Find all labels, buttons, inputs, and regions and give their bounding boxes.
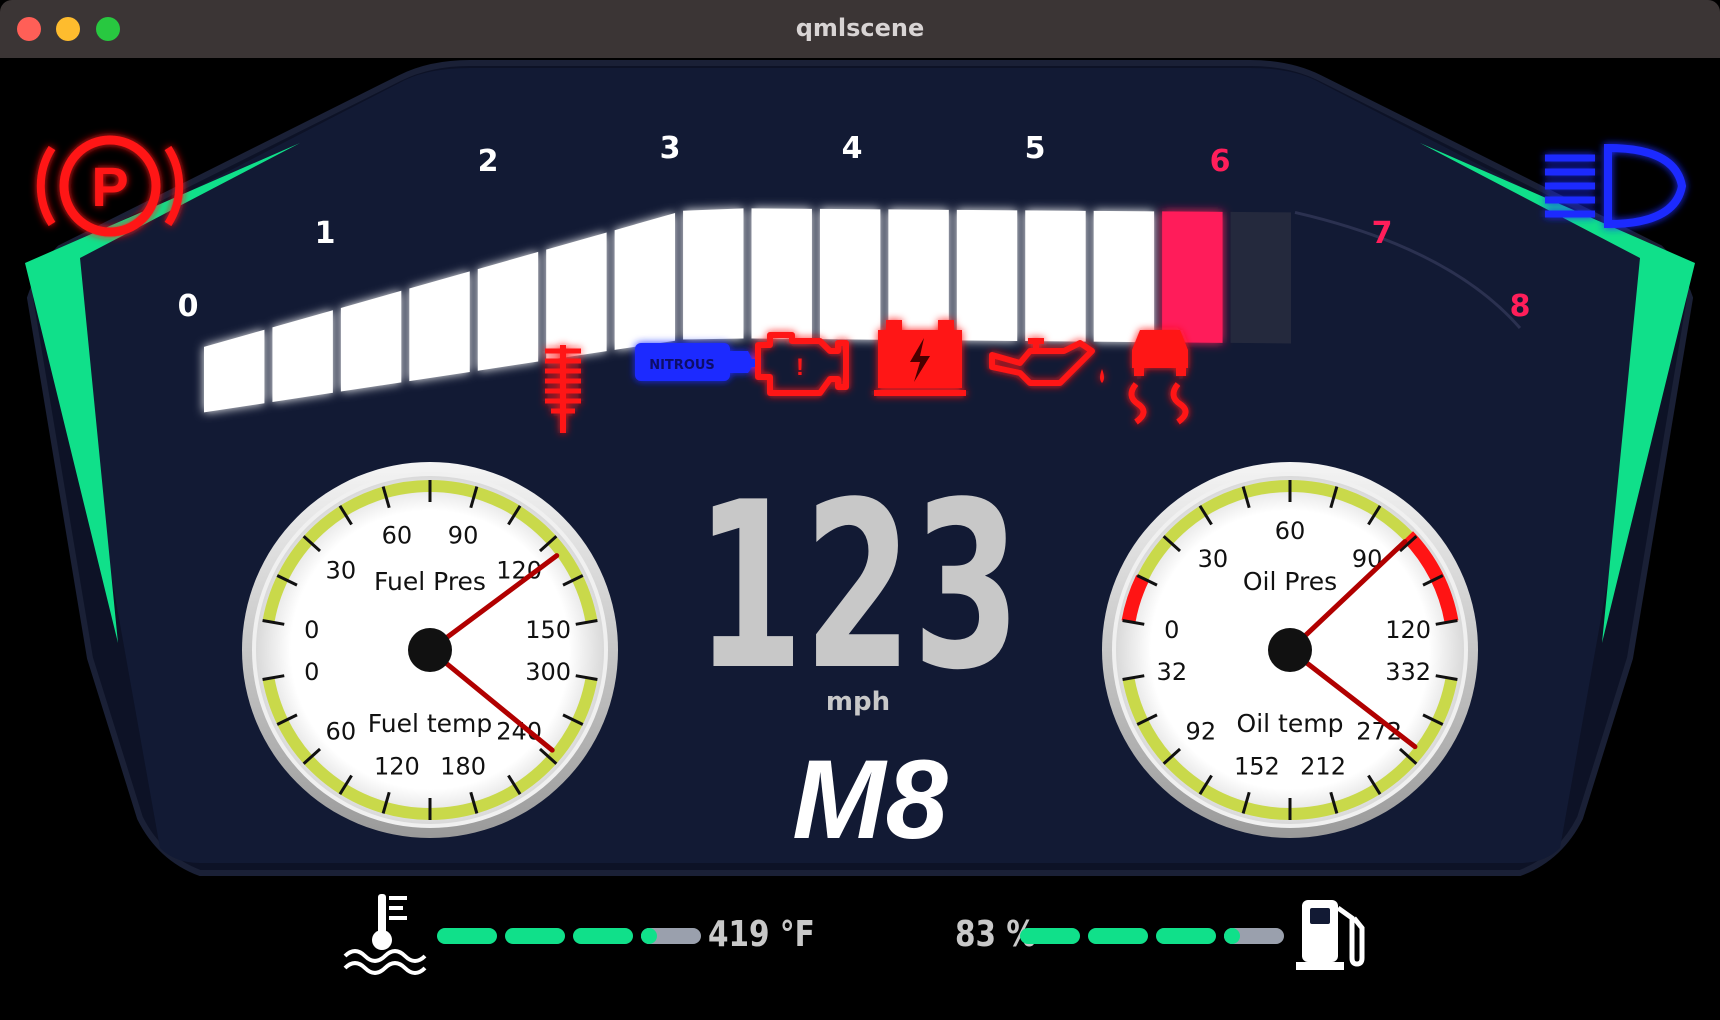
- tach-tick-label: 0: [178, 289, 199, 324]
- gauge-tick-label: 0: [304, 616, 319, 644]
- gauge-tick-label: 30: [326, 557, 357, 585]
- tach-tick-label: 1: [315, 216, 336, 251]
- gauge-tick-label: 60: [382, 522, 413, 550]
- gauge-tick-label: 0: [304, 658, 319, 686]
- tach-segment: [1162, 211, 1223, 343]
- tach-segment: [477, 251, 539, 371]
- svg-text:P: P: [91, 155, 128, 218]
- tach-tick-label: 5: [1025, 131, 1046, 166]
- tach-tick-label: 3: [660, 131, 681, 166]
- gauge-hub: [408, 628, 452, 672]
- gauge-bottom-label: Oil temp: [1237, 709, 1344, 738]
- gauge-tick-label: 120: [1385, 616, 1431, 644]
- tach-segment: [956, 209, 1018, 341]
- gauge-tick-label: 92: [1186, 717, 1217, 745]
- level-segment: [437, 928, 497, 944]
- gauge-top-label: Oil Pres: [1243, 567, 1337, 596]
- level-segment: [505, 928, 565, 944]
- gauge-tick-label: 60: [326, 717, 357, 745]
- coolant-indicator: 419 °F: [343, 894, 815, 975]
- high-beam-icon: [1545, 143, 1687, 229]
- level-segment: [573, 928, 633, 944]
- tach-tick-label: 4: [842, 131, 863, 166]
- battery-icon: [874, 320, 966, 396]
- tach-segment: [546, 232, 607, 361]
- gauge-hub: [1268, 628, 1312, 672]
- gear-indicator: M8: [792, 737, 948, 862]
- gauge-tick-label: 332: [1385, 658, 1431, 686]
- fuel-level-indicator: 83 %: [955, 900, 1365, 970]
- app-window: qmlscene 0 1 2 3 4 5 6 7 8 P NITROUS ! 1…: [0, 0, 1720, 1020]
- tach-segment: [614, 213, 676, 350]
- gauge-tick-label: 150: [525, 616, 571, 644]
- tach-segment: [409, 271, 470, 382]
- fuel-pump-icon: [1296, 900, 1365, 970]
- svg-text:!: !: [796, 354, 804, 381]
- dashboard: 012345678 P NITROUS ! 123 mph M8 0 30 60…: [0, 58, 1720, 1020]
- fuel-gauge: 03060 90120150060120 180240300Fuel PresFue…: [242, 462, 618, 838]
- speed-value: 123: [695, 454, 1021, 721]
- speed-readout: 123 mph: [695, 454, 1021, 721]
- gauge-bottom-label: Fuel temp: [368, 709, 493, 738]
- svg-text:NITROUS: NITROUS: [649, 358, 715, 373]
- tach-tick-label: 7: [1372, 216, 1393, 251]
- tach-segment: [1093, 210, 1155, 343]
- tach-segment: [1230, 211, 1291, 344]
- tach-tick-label: 8: [1510, 289, 1531, 324]
- tach-tick-label: 2: [478, 144, 499, 179]
- level-segment: [1156, 928, 1216, 944]
- coolant-temp-icon: [343, 894, 427, 975]
- gauge-tick-label: 212: [1300, 752, 1346, 780]
- gauge-top-label: Fuel Pres: [374, 567, 486, 596]
- oil-gauge: 03060901203292152 212272332Oil PresOil te…: [1102, 462, 1478, 838]
- tach-tick-label: 6: [1210, 144, 1231, 179]
- coolant-value: 419 °F: [708, 912, 815, 955]
- gauge-tick-label: 300: [525, 658, 571, 686]
- gauge-tick-label: 120: [374, 752, 420, 780]
- title-bar: qmlscene: [0, 0, 1720, 59]
- tach-segment: [819, 208, 881, 340]
- tach-segment: [340, 290, 402, 392]
- level-segment: [1020, 928, 1080, 944]
- tach-segment: [1025, 210, 1086, 342]
- gauge-tick-label: 152: [1234, 752, 1280, 780]
- level-segment: [1088, 928, 1148, 944]
- speed-unit: mph: [826, 687, 890, 717]
- window-title: qmlscene: [795, 14, 925, 42]
- gauge-tick-label: 30: [1198, 545, 1229, 573]
- tach-segment: [751, 208, 812, 340]
- gauge-tick-label: 32: [1157, 658, 1188, 686]
- tach-segment: [683, 208, 744, 340]
- fuel-bar: [1020, 928, 1284, 944]
- gauge-tick-label: 60: [1275, 517, 1306, 545]
- coolant-bar: [437, 928, 701, 944]
- gauge-tick-label: 0: [1164, 616, 1179, 644]
- gauge-tick-label: 90: [448, 522, 479, 550]
- gauge-tick-label: 180: [440, 752, 486, 780]
